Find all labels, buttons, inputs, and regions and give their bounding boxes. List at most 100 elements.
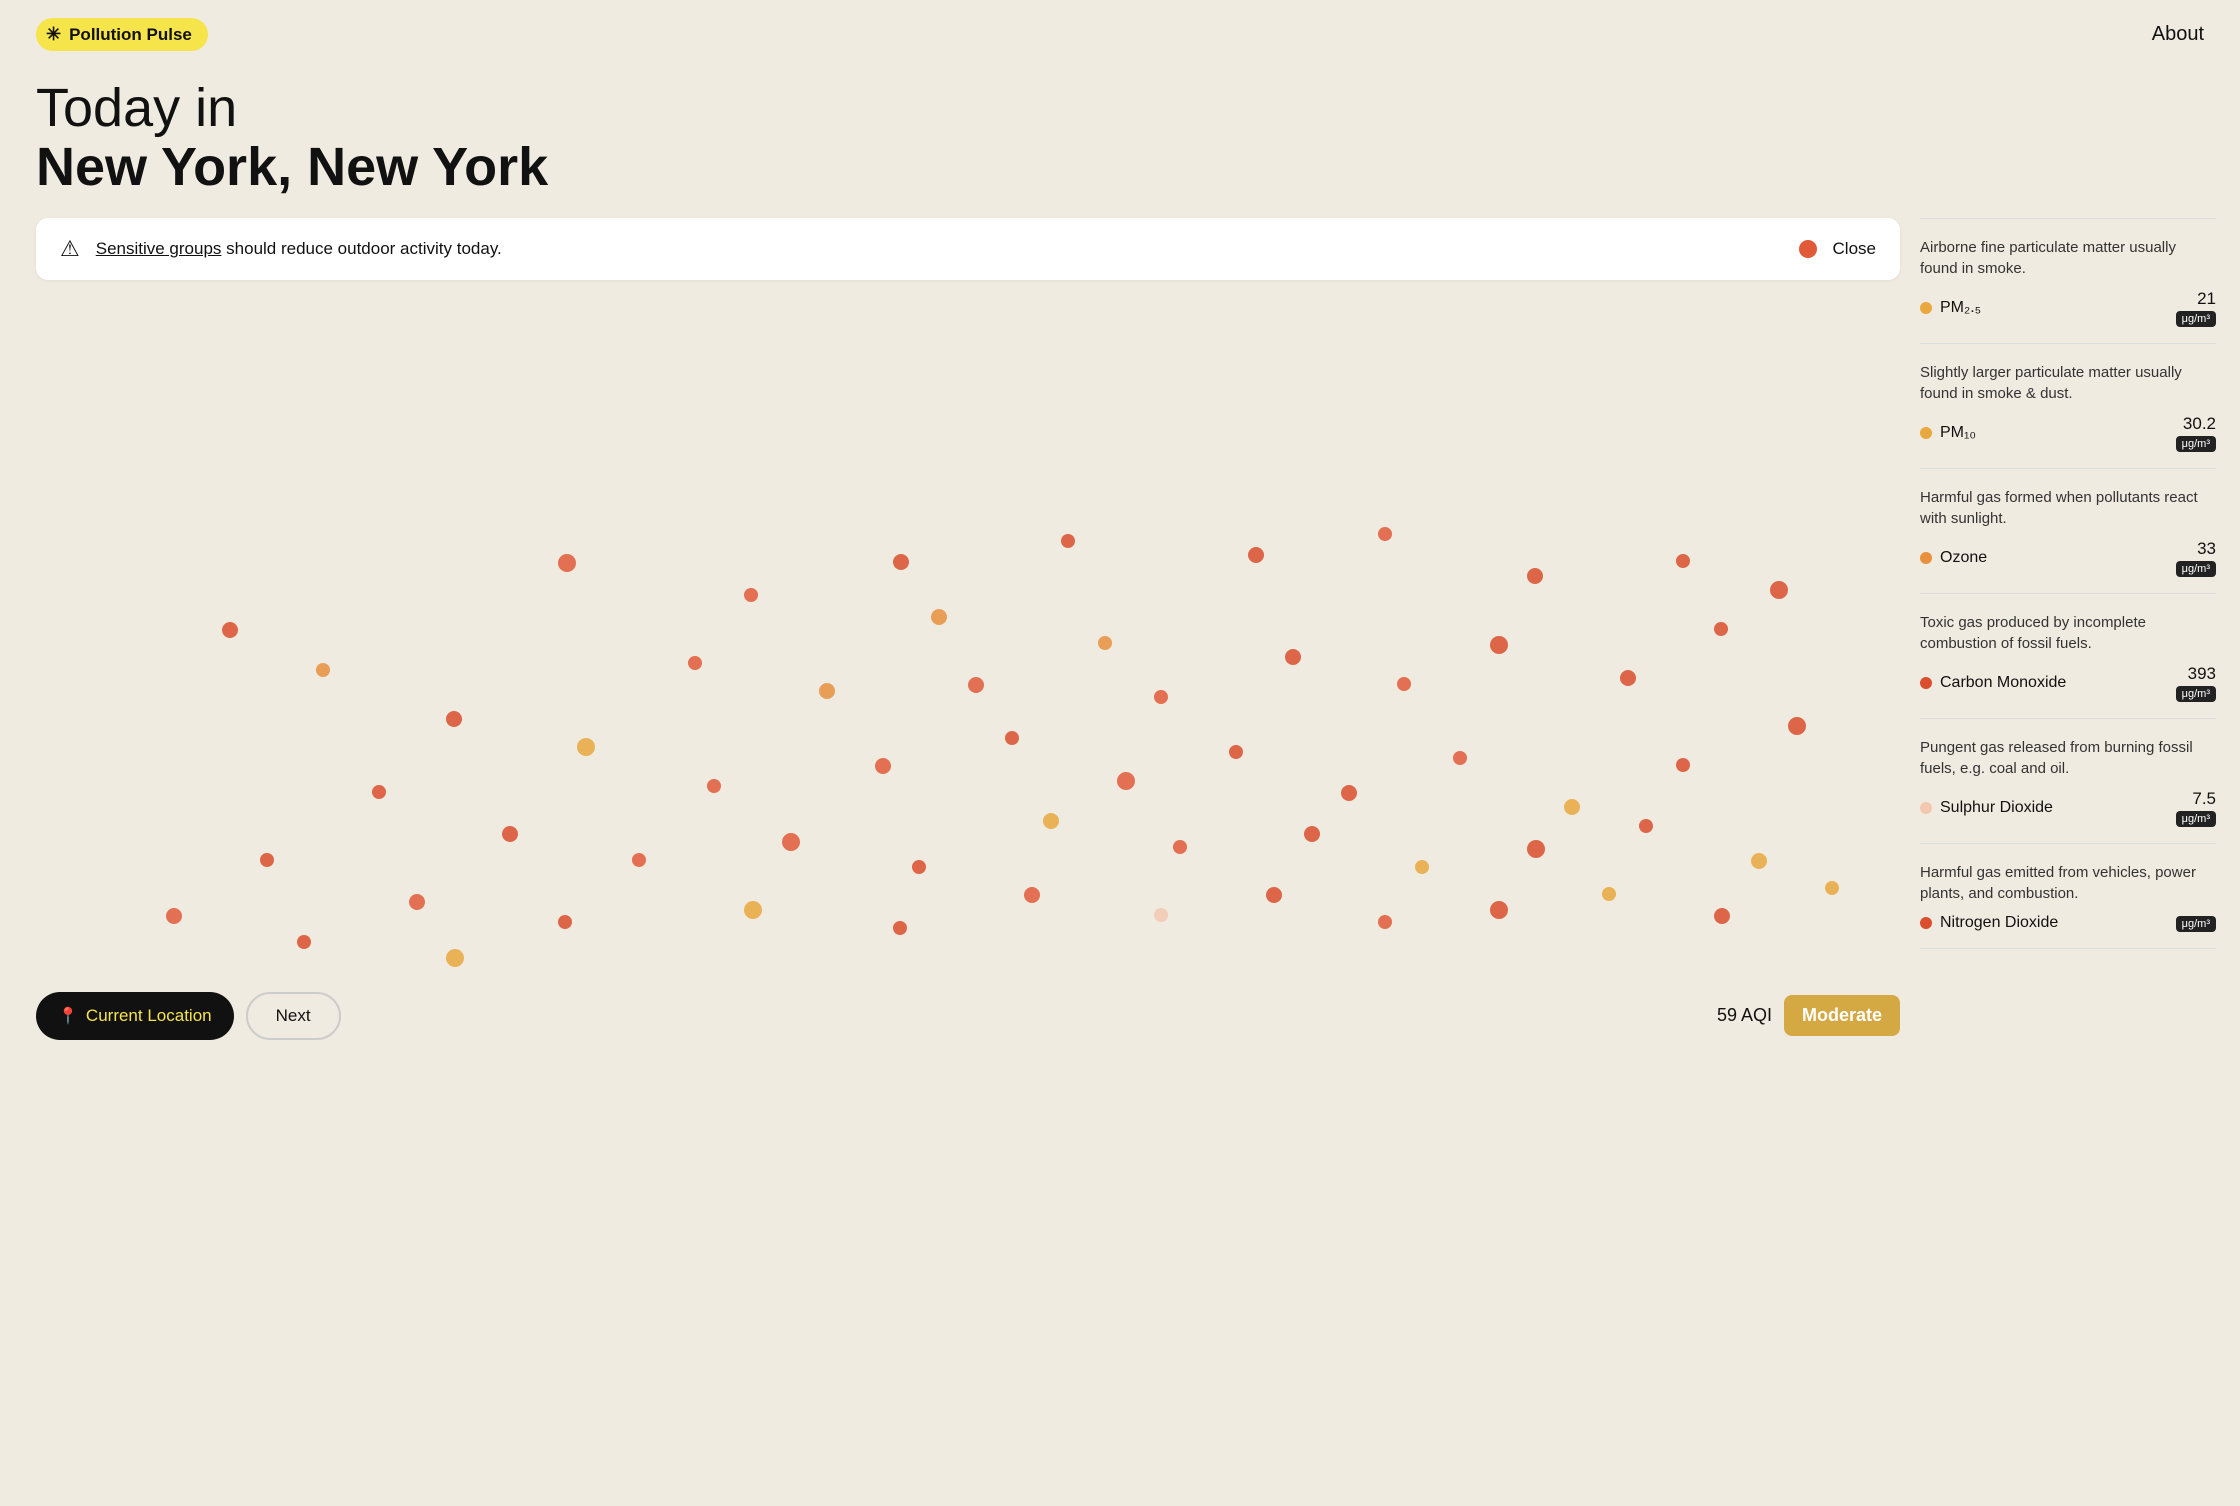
pollutant-unit: μg/m³ [2176, 686, 2216, 702]
map-dot [1415, 860, 1429, 874]
title-section: Today in New York, New York [0, 69, 2240, 218]
warning-icon: ⚠ [60, 236, 80, 262]
pollutant-color-dot [1920, 552, 1932, 564]
pollutant-name-row: Nitrogen Dioxide [1920, 914, 2058, 932]
header: ✳ Pollution Pulse About [0, 0, 2240, 69]
pollutant-card: Harmful gas emitted from vehicles, power… [1920, 844, 2216, 949]
map-dot [1266, 887, 1282, 903]
map-dot [1378, 915, 1392, 929]
map-dot [502, 826, 518, 842]
pollutant-color-dot [1920, 917, 1932, 929]
map-dot [744, 588, 758, 602]
map-dot [1788, 717, 1806, 735]
pollutant-name: PM₂.₅ [1940, 299, 1981, 317]
logo-badge[interactable]: ✳ Pollution Pulse [36, 18, 208, 51]
pollutant-card: Pungent gas released from burning fossil… [1920, 719, 2216, 844]
pollutant-desc: Slightly larger particulate matter usual… [1920, 362, 2216, 404]
star-icon: ✳ [46, 24, 61, 45]
pollutant-unit: μg/m³ [2176, 311, 2216, 327]
map-dot [912, 860, 926, 874]
pollutant-name-row: Carbon Monoxide [1920, 674, 2066, 692]
map-dot [1676, 554, 1690, 568]
pollutant-unit: μg/m³ [2176, 436, 2216, 452]
pollutant-number: 7.5 [2192, 789, 2216, 809]
map-dot [1061, 534, 1075, 548]
map-dot [1490, 901, 1508, 919]
map-dot [744, 901, 762, 919]
map-dot [1770, 581, 1788, 599]
pollutant-name-row: PM₂.₅ [1920, 299, 1981, 317]
pollutant-color-dot [1920, 302, 1932, 314]
pollutant-value-block: μg/m³ [2176, 914, 2216, 932]
sensitive-groups-link[interactable]: Sensitive groups [96, 239, 222, 258]
pollutant-number: 393 [2188, 664, 2216, 684]
pollutant-value-block: 393 μg/m³ [2176, 664, 2216, 702]
next-button[interactable]: Next [246, 992, 341, 1040]
map-dot [1098, 636, 1112, 650]
aqi-value: 59 AQI [1717, 1005, 1772, 1026]
map-dot [1602, 887, 1616, 901]
map-dot [1229, 745, 1243, 759]
map-dot [1825, 881, 1839, 895]
pollutant-value-block: 33μg/m³ [2176, 539, 2216, 577]
map-dot [1154, 690, 1168, 704]
pollutant-value-block: 21μg/m³ [2176, 289, 2216, 327]
bottom-bar: 📍 Current Location Next 59 AQI Moderate [36, 992, 1900, 1050]
pollutant-unit: μg/m³ [2176, 916, 2216, 932]
map-dot [1248, 547, 1264, 563]
map-dot [1490, 636, 1508, 654]
alert-dot [1799, 240, 1817, 258]
map-dot [931, 609, 947, 625]
map-container[interactable] [36, 296, 1900, 976]
pollutant-unit: μg/m³ [2176, 561, 2216, 577]
pollutant-name: Nitrogen Dioxide [1940, 914, 2058, 932]
pollutant-card: Harmful gas formed when pollutants react… [1920, 469, 2216, 594]
pollutant-card: Slightly larger particulate matter usual… [1920, 344, 2216, 469]
map-dot [1564, 799, 1580, 815]
map-dot [1714, 622, 1728, 636]
map-dot [260, 853, 274, 867]
pollutant-desc: Harmful gas formed when pollutants react… [1920, 487, 2216, 529]
map-dot [222, 622, 238, 638]
alert-banner: ⚠ Sensitive groups should reduce outdoor… [36, 218, 1900, 280]
pollutant-desc: Toxic gas produced by incomplete combust… [1920, 612, 2216, 654]
close-button[interactable]: Close [1833, 239, 1876, 259]
map-dot [1043, 813, 1059, 829]
map-dot [1304, 826, 1320, 842]
map-dot [1453, 751, 1467, 765]
aqi-section: 59 AQI Moderate [1717, 995, 1900, 1036]
map-dot [558, 554, 576, 572]
about-link[interactable]: About [2152, 23, 2204, 46]
today-text: Today in [36, 79, 2204, 138]
map-dot [1154, 908, 1168, 922]
pollutant-color-dot [1920, 802, 1932, 814]
pollutant-name: Ozone [1940, 549, 1987, 567]
map-dot [819, 683, 835, 699]
main-layout: ⚠ Sensitive groups should reduce outdoor… [0, 218, 2240, 1050]
map-dot [558, 915, 572, 929]
map-dot [1714, 908, 1730, 924]
pollutant-value-block: 30.2μg/m³ [2176, 414, 2216, 452]
map-dot [1005, 731, 1019, 745]
right-sidebar: Airborne fine particulate matter usually… [1920, 218, 2240, 1050]
pollutant-desc: Airborne fine particulate matter usually… [1920, 237, 2216, 279]
pollutant-row: Sulphur Dioxide7.5μg/m³ [1920, 789, 2216, 827]
pollutant-color-dot [1920, 427, 1932, 439]
map-dot [707, 779, 721, 793]
current-location-button[interactable]: 📍 Current Location [36, 992, 234, 1040]
pollutant-name-row: Ozone [1920, 549, 1987, 567]
map-dot [316, 663, 330, 677]
map-dot [1173, 840, 1187, 854]
map-dot [893, 921, 907, 935]
pollutant-desc: Harmful gas emitted from vehicles, power… [1920, 862, 2216, 904]
pollutant-name: PM₁₀ [1940, 424, 1976, 442]
map-dot [782, 833, 800, 851]
pollutant-name-row: Sulphur Dioxide [1920, 799, 2053, 817]
pollutant-name: Carbon Monoxide [1940, 674, 2066, 692]
pollutant-row: Carbon Monoxide 393 μg/m³ [1920, 664, 2216, 702]
map-dot [372, 785, 386, 799]
map-dot [1285, 649, 1301, 665]
map-dot [1117, 772, 1135, 790]
map-dot [166, 908, 182, 924]
aqi-badge: Moderate [1784, 995, 1900, 1036]
